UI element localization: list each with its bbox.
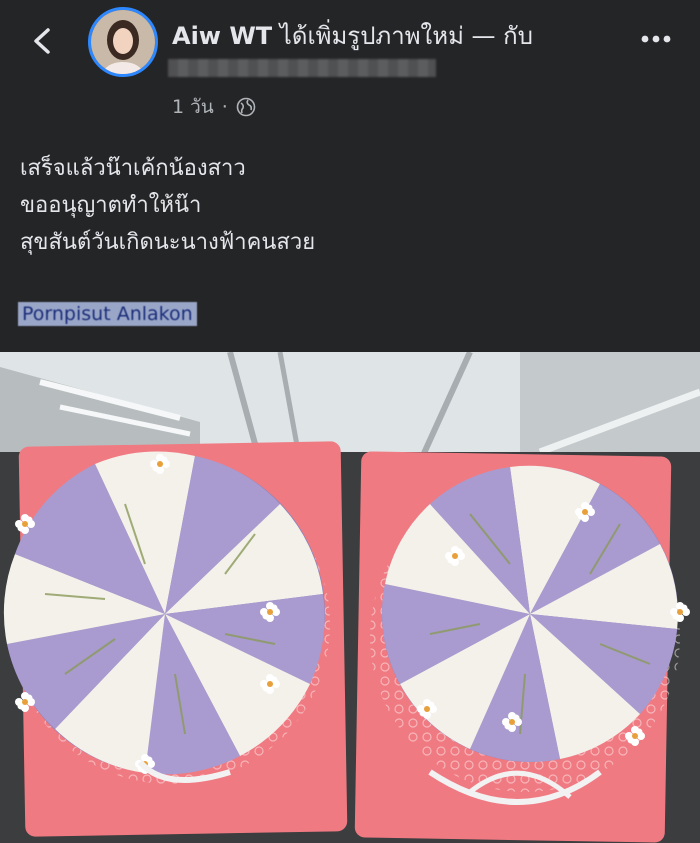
post-text: เสร็จแล้วน๊าเค้กน้องสาว ขออนุญาตทำให้น๊า… xyxy=(20,150,315,261)
meta-separator: · xyxy=(221,96,228,118)
more-dots-icon[interactable] xyxy=(640,32,672,46)
action-text: ได้เพิ่มรูปภาพใหม่ — กับ xyxy=(272,22,533,50)
author-name[interactable]: Aiw WT xyxy=(172,22,272,50)
redacted-names xyxy=(168,59,436,77)
avatar[interactable] xyxy=(88,7,158,77)
post-photo[interactable] xyxy=(0,352,700,843)
post-meta: 1 วัน · xyxy=(172,92,256,122)
timestamp[interactable]: 1 วัน xyxy=(172,92,214,122)
post-line: ขออนุญาตทำให้น๊า xyxy=(20,193,202,218)
chevron-left-icon[interactable] xyxy=(26,24,60,58)
post-title: Aiw WT ได้เพิ่มรูปภาพใหม่ — กับ xyxy=(172,16,533,55)
avatar-image xyxy=(91,10,155,74)
globe-icon xyxy=(236,97,256,117)
post-line: เสร็จแล้วน๊าเค้กน้องสาว xyxy=(20,156,246,181)
post-line: สุขสันต์วันเกิดนะนางฟ้าคนสวย xyxy=(20,230,316,255)
tagged-person-link[interactable]: Pornpisut Anlakon xyxy=(18,302,197,326)
post-header: Aiw WT ได้เพิ่มรูปภาพใหม่ — กับ 1 วัน · xyxy=(0,0,700,125)
